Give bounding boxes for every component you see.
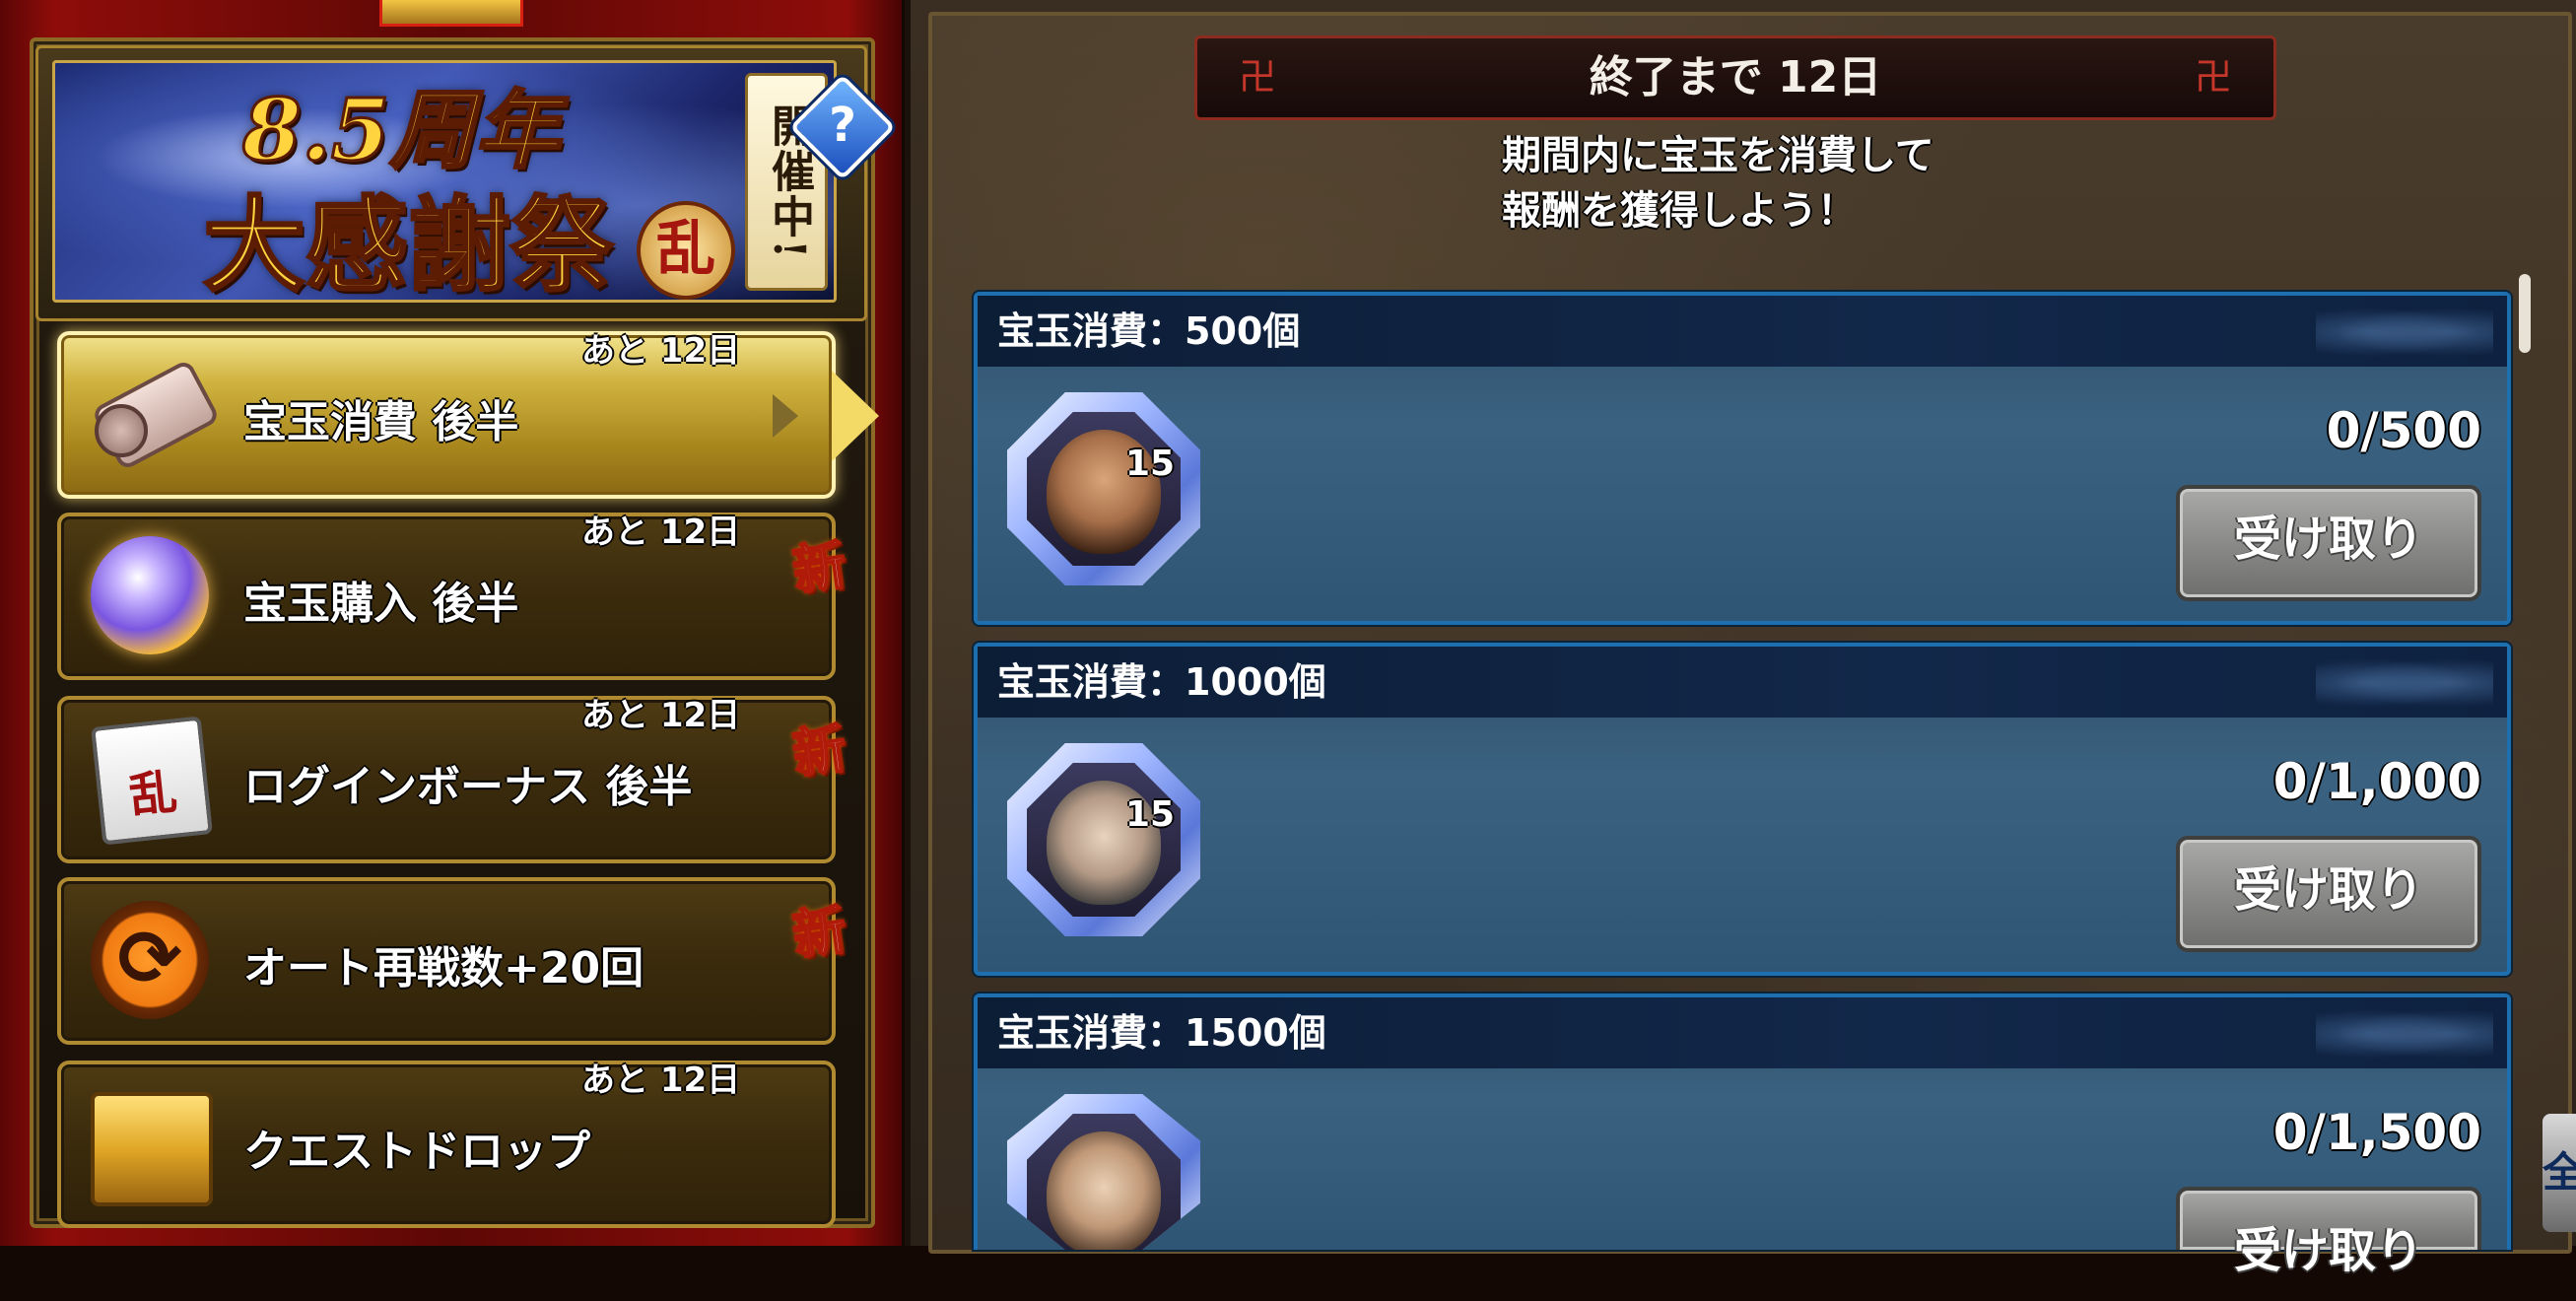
new-badge: 新 [787, 716, 850, 787]
new-badge: 新 [787, 532, 850, 604]
menu-item-label: ログインボーナス 後半 [243, 762, 693, 812]
deadline-text: 終了まで 12日 [1589, 52, 1882, 103]
repeat-icon: ⟳ [91, 901, 209, 1019]
mission-title: 宝玉消費：500個 [997, 309, 1301, 353]
ornament-icon: 卍 [2194, 55, 2232, 99]
selected-arrow-icon [832, 371, 879, 461]
remaining-days: あと 12日 [581, 1061, 741, 1100]
event-description: 期間内に宝玉を消費して 報酬を獲得しよう！ [1502, 133, 1934, 234]
mission-card: 宝玉消費：1500個 0/1,500 受け取り [974, 993, 2511, 1278]
ran-badge: 乱 [637, 201, 735, 300]
arrow-inner-icon [773, 394, 798, 438]
orb-icon [91, 536, 209, 654]
menu-item-label: クエストドロップ [243, 1127, 590, 1177]
mission-progress: 0/1,000 [2272, 753, 2481, 810]
mission-header: 宝玉消費：1500個 [978, 997, 2507, 1068]
banner-festival-text: 大感謝祭 [201, 183, 614, 303]
mission-title: 宝玉消費：1000個 [997, 660, 1326, 704]
remaining-days: あと 12日 [581, 513, 741, 552]
cloud-swirl-icon [2316, 654, 2493, 712]
new-badge: 新 [787, 897, 850, 969]
remaining-days: あと 12日 [581, 331, 741, 371]
mission-card: 宝玉消費：500個 15 0/500 受け取り [974, 292, 2511, 625]
chest-icon [91, 1092, 213, 1206]
scroll-icon [91, 355, 209, 473]
calendar-glyph: 乱 [126, 764, 180, 825]
mission-title: 宝玉消費：1500個 [997, 1011, 1326, 1055]
claim-button[interactable]: 受け取り [2176, 1187, 2481, 1278]
menu-item-gem-consumption[interactable]: あと 12日 宝玉消費 後半 [57, 331, 879, 499]
deadline-bar: 卍 終了まで 12日 卍 [1194, 35, 2276, 120]
banner-art: 8.5周年 大感謝祭 乱 開催中! [52, 60, 837, 303]
reward-item-frame[interactable] [1007, 392, 1200, 585]
menu-item-auto-retry[interactable]: ⟳ オート再戦数+20回 新 [57, 877, 851, 1045]
event-menu-panel: 8.5周年 大感謝祭 乱 開催中! ? あと 12日 宝玉消費 後半 あと 12… [0, 0, 902, 1246]
scrollbar[interactable] [2519, 274, 2531, 353]
mission-header: 宝玉消費：1000個 [978, 647, 2507, 718]
mission-panel: 卍 終了まで 12日 卍 期間内に宝玉を消費して 報酬を獲得しよう！ 宝玉消費：… [905, 0, 2576, 1278]
remaining-days: あと 12日 [581, 696, 741, 735]
mission-header: 宝玉消費：500個 [978, 296, 2507, 367]
mission-card: 宝玉消費：1000個 15 0/1,000 受け取り [974, 643, 2511, 976]
cloud-swirl-icon [2316, 304, 2493, 361]
mission-progress: 0/1,500 [2272, 1104, 2481, 1161]
reward-quantity: 15 [1125, 794, 1176, 835]
menu-item-label: 宝玉消費 後半 [243, 397, 519, 447]
reward-item-frame[interactable] [1007, 1094, 1200, 1250]
menu-item-login-bonus[interactable]: 乱 あと 12日 ログインボーナス 後半 新 [57, 696, 851, 863]
menu-item-gem-purchase[interactable]: あと 12日 宝玉購入 後半 新 [57, 513, 851, 680]
event-banner[interactable]: 8.5周年 大感謝祭 乱 開催中! ? [35, 45, 896, 321]
reward-item-frame[interactable] [1007, 743, 1200, 936]
character-portrait-icon [1047, 1131, 1161, 1250]
reward-quantity: 15 [1125, 444, 1176, 484]
claim-button[interactable]: 受け取り [2176, 485, 2481, 601]
menu-item-label: オート再戦数+20回 [243, 943, 644, 993]
top-ornament [379, 0, 523, 27]
claim-button[interactable]: 受け取り [2176, 836, 2481, 952]
calendar-icon: 乱 [91, 716, 213, 846]
cloud-swirl-icon [2316, 1005, 2493, 1062]
menu-item-quest-drop[interactable]: あと 12日 クエストドロップ [57, 1061, 836, 1228]
menu-item-label: 宝玉購入 後半 [243, 579, 519, 629]
side-badge[interactable]: 全 [2542, 1114, 2576, 1232]
mission-progress: 0/500 [2326, 402, 2481, 459]
